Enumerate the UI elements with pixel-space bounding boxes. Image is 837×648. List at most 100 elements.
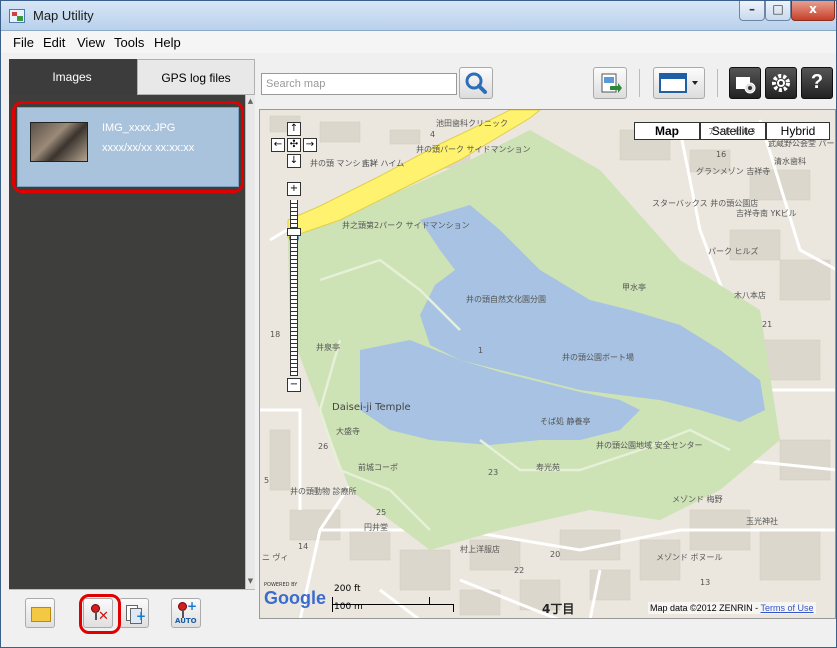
left-panel: Images GPS log files IMG_xxxx.JPG xxxx/x… [9,59,255,639]
block-number: 26 [318,442,329,451]
menu-tools[interactable]: Tools [114,35,144,50]
map-label: 池田歯科クリニック [436,119,508,128]
tab-images[interactable]: Images [9,59,135,95]
folder-icon [31,607,51,622]
zoom-slider[interactable] [290,200,298,376]
map-label: 井の頭公園地域 安全センター [596,441,703,450]
preferences-icon [736,77,756,94]
map-label: 井の頭 マンション [310,159,377,168]
scale-meters: 100 m [334,602,363,612]
add-geotag-button[interactable]: + [119,598,149,628]
help-button[interactable]: ? [801,67,833,99]
map-label: メゾンド 梅野 [672,495,723,504]
toolbar-separator [639,69,640,97]
maximize-icon: □ [772,2,784,16]
map-label: 村上洋服店 [460,545,500,554]
attribution-text: Map data ©2012 ZENRIN - [650,603,761,613]
block-number: 18 [270,330,281,339]
menu-bar: File Edit View Tools Help [1,31,836,53]
block-number: 20 [550,550,561,559]
pan-down-button[interactable]: ↓ [287,154,301,168]
menu-help[interactable]: Help [154,35,181,50]
zoom-slider-handle[interactable] [287,228,301,236]
window-title: Map Utility [33,8,94,23]
menu-edit[interactable]: Edit [43,35,65,50]
district-label: 4丁目 [542,602,575,616]
map-label: 清水歯科 [774,157,806,166]
block-number: 13 [700,578,711,587]
selection-highlight [12,101,244,193]
search-input[interactable]: Search map [261,73,457,95]
display-settings-icon [659,73,698,93]
close-button[interactable]: x [791,1,835,21]
block-number: 14 [298,542,309,551]
export-button[interactable] [593,67,627,99]
maximize-button[interactable]: □ [765,1,791,21]
pan-up-button[interactable]: ↑ [287,122,301,136]
search-icon [465,72,487,94]
pan-right-button[interactable]: → [303,138,317,152]
menu-view[interactable]: View [77,35,105,50]
map-label: そば処 静養亭 [540,417,591,426]
image-list: IMG_xxxx.JPG xxxx/xx/xx xx:xx:xx [9,95,255,589]
zoom-in-button[interactable]: + [287,182,301,196]
minimize-button[interactable]: – [739,1,765,21]
terms-of-use-link[interactable]: Terms of Use [761,603,814,613]
search-button[interactable] [459,67,493,99]
block-number: 5 [264,476,270,485]
settings-button[interactable] [765,67,797,99]
map-horizontal-scrollbar[interactable] [259,621,836,639]
map-label: 甲水亭 [622,283,646,292]
map-label: 前城コーポ [358,463,398,472]
export-icon [601,73,622,93]
auto-geotag-button[interactable]: + AUTO [171,598,201,628]
remove-geotag-highlight [79,594,121,634]
map-label: ニ ヴィ [262,553,289,562]
block-number: 23 [488,468,499,477]
close-icon: x [809,2,817,16]
map-view[interactable]: Map Satellite Hybrid ↑ ← ✣ → ↓ + − 池田歯科ク… [259,109,836,619]
map-canvas [260,110,835,618]
block-number: 22 [514,566,525,575]
auto-label: AUTO [175,617,197,625]
map-label: 井の頭自然文化園分園 [466,295,546,304]
block-number: 16 [716,150,727,159]
map-label: 吉祥寺南 YKビル [736,209,797,218]
block-number: 4 [430,130,436,139]
scroll-down-icon[interactable]: ▼ [246,577,255,585]
toolbar-separator [717,69,718,97]
map-label: 大盛寺 [336,427,360,436]
map-label: アンド ビル3 [708,127,756,136]
block-number: 1 [478,346,484,355]
map-label: 井の頭パーク サイドマンション [416,145,531,154]
pan-left-button[interactable]: ← [271,138,285,152]
title-bar[interactable]: Map Utility – □ x [1,1,836,31]
image-list-scrollbar[interactable]: ▲ ▼ [245,95,255,589]
menu-file[interactable]: File [13,35,34,50]
map-label: 円井堂 [364,523,388,532]
google-logo[interactable]: Google [264,588,326,609]
map-label: 井泉亭 [316,343,340,352]
zoom-out-button[interactable]: − [287,378,301,392]
scroll-up-icon[interactable]: ▲ [246,97,255,105]
image-actions-bar: ✕ + + AUTO [9,589,255,639]
map-label: 武蔵野公会堂 パーブルホール [768,139,835,148]
map-label: 玉光神社 [746,517,778,526]
map-label: 井の頭動物 診療所 [290,487,357,496]
map-label: 寿光苑 [536,463,560,472]
map-label: パーク ヒルズ [708,247,759,256]
pan-center-button[interactable]: ✣ [287,138,301,152]
preferences-button[interactable] [729,67,761,99]
scale-feet: 200 ft [334,584,361,594]
app-window: Map Utility – □ x File Edit View Tools H… [0,0,837,648]
help-icon: ? [810,71,824,93]
display-settings-button[interactable] [653,67,705,99]
map-label: メゾンド ボヌール [656,553,723,562]
map-label: グランメゾン 吉祥寺 [696,167,771,176]
tab-gps-log-files[interactable]: GPS log files [137,59,255,95]
gear-icon [772,74,790,92]
block-number: 25 [376,508,387,517]
map-label: 井之頭第2パーク サイドマンション [342,221,470,230]
open-folder-button[interactable] [25,598,55,628]
map-type-map-button[interactable]: Map [634,122,700,140]
